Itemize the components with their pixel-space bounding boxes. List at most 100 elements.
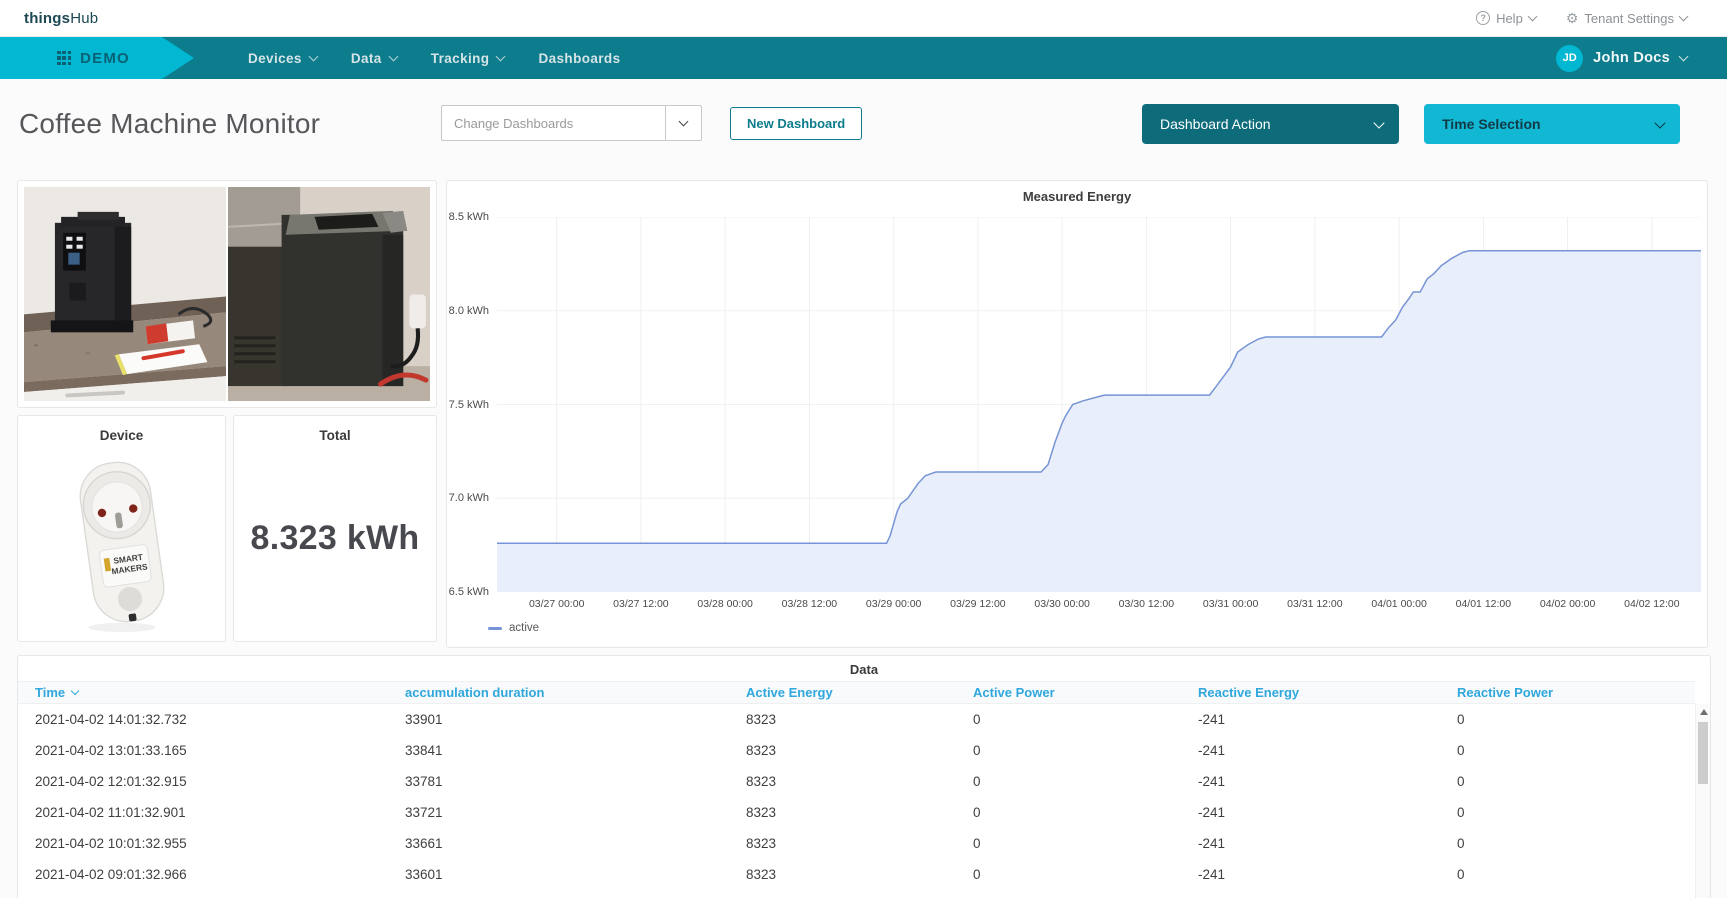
- table-cell: 0: [1457, 774, 1695, 789]
- change-dashboards-dropdown-button[interactable]: [665, 105, 702, 141]
- y-axis-tick-label: 7.0 kWh: [449, 492, 489, 504]
- table-cell: 8323: [746, 743, 973, 758]
- chevron-down-icon: [1373, 117, 1384, 128]
- chart-legend[interactable]: active: [488, 622, 539, 634]
- table-cell: 33841: [405, 743, 746, 758]
- table-cell: 8323: [746, 774, 973, 789]
- chevron-down-icon: [1679, 52, 1689, 62]
- total-widget: Total 8.323 kWh: [233, 415, 437, 642]
- help-label: Help: [1496, 11, 1523, 26]
- table-cell: 8323: [746, 836, 973, 851]
- table-cell: 2021-04-02 11:01:32.901: [35, 805, 405, 820]
- dashboard-action-button[interactable]: Dashboard Action: [1142, 104, 1399, 144]
- table-scrollbar[interactable]: [1695, 704, 1710, 898]
- nav-item-label: Data: [351, 51, 382, 66]
- measured-energy-chart: Measured Energy 8.5 kWh8.0 kWh7.5 kWh7.0…: [446, 180, 1708, 648]
- user-menu[interactable]: JD John Docs: [1556, 45, 1727, 72]
- table-cell: -241: [1198, 712, 1457, 727]
- chevron-down-icon: [308, 52, 318, 62]
- table-row[interactable]: 2021-04-02 10:01:32.9553366183230-2410: [18, 828, 1695, 859]
- nav-item-label: Devices: [248, 51, 302, 66]
- avatar: JD: [1556, 45, 1583, 72]
- table-cell: 0: [1457, 867, 1695, 882]
- photos-widget: [17, 180, 437, 408]
- apps-grid-icon: [57, 51, 71, 65]
- scrollbar-thumb[interactable]: [1698, 722, 1708, 784]
- column-header-label: Reactive Power: [1457, 685, 1553, 700]
- table-row[interactable]: 2021-04-02 12:01:32.9153378183230-2410: [18, 766, 1695, 797]
- table-row[interactable]: 2021-04-02 11:01:32.9013372183230-2410: [18, 797, 1695, 828]
- table-cell: 8323: [746, 712, 973, 727]
- chevron-down-icon: [1679, 12, 1689, 22]
- x-axis-tick-label: 03/27 12:00: [613, 598, 668, 610]
- table-cell: 0: [973, 836, 1198, 851]
- table-row[interactable]: 2021-04-02 14:01:32.7323390183230-2410: [18, 704, 1695, 735]
- x-axis-tick-label: 03/29 00:00: [866, 598, 921, 610]
- table-cell: 2021-04-02 13:01:33.165: [35, 743, 405, 758]
- x-axis-tick-label: 04/02 12:00: [1624, 598, 1679, 610]
- tenant-settings-menu[interactable]: ⚙ Tenant Settings: [1566, 11, 1687, 26]
- scroll-up-arrow-icon[interactable]: [1700, 709, 1708, 715]
- sort-caret-icon: [71, 687, 79, 695]
- y-axis-tick-label: 8.5 kWh: [449, 211, 489, 223]
- legend-swatch: [488, 627, 502, 630]
- x-axis-tick-label: 04/02 00:00: [1540, 598, 1595, 610]
- column-header-active-energy[interactable]: Active Energy: [746, 685, 973, 700]
- time-selection-button[interactable]: Time Selection: [1424, 104, 1680, 144]
- column-header-active-power[interactable]: Active Power: [973, 685, 1198, 700]
- column-header-label: accumulation duration: [405, 685, 544, 700]
- chevron-down-icon: [388, 52, 398, 62]
- column-header-reactive-energy[interactable]: Reactive Energy: [1198, 685, 1457, 700]
- column-header-reactive-power[interactable]: Reactive Power: [1457, 685, 1695, 700]
- table-cell: 0: [973, 805, 1198, 820]
- chevron-down-icon: [1527, 12, 1537, 22]
- table-body: 2021-04-02 14:01:32.7323390183230-241020…: [18, 704, 1695, 898]
- device-widget-title: Device: [100, 428, 144, 443]
- table-cell: -241: [1198, 805, 1457, 820]
- table-cell: 0: [973, 743, 1198, 758]
- x-axis-tick-label: 03/31 00:00: [1203, 598, 1258, 610]
- brand-logo[interactable]: thingsHub: [24, 10, 98, 27]
- new-dashboard-button[interactable]: New Dashboard: [730, 107, 862, 140]
- nav-item-tracking[interactable]: Tracking: [431, 51, 505, 66]
- x-axis-labels: 03/27 00:0003/27 12:0003/28 00:0003/28 1…: [497, 598, 1701, 614]
- x-axis-tick-label: 04/01 00:00: [1371, 598, 1426, 610]
- device-widget: Device SMART MAKERS: [17, 415, 226, 642]
- y-axis-tick-label: 8.0 kWh: [449, 305, 489, 317]
- x-axis-tick-label: 03/28 00:00: [697, 598, 752, 610]
- column-header-label: Time: [35, 685, 65, 700]
- column-header-label: Active Power: [973, 685, 1055, 700]
- table-header-row: Time accumulation duration Active EnergyAc…: [18, 681, 1695, 704]
- table-cell: 0: [973, 712, 1198, 727]
- x-axis-tick-label: 03/28 12:00: [782, 598, 837, 610]
- brand-bold: things: [24, 10, 70, 27]
- table-cell: 0: [1457, 743, 1695, 758]
- nav-item-label: Dashboards: [538, 51, 620, 66]
- nav-item-devices[interactable]: Devices: [248, 51, 317, 66]
- tenant-switcher[interactable]: DEMO: [0, 37, 200, 79]
- table-cell: 0: [1457, 805, 1695, 820]
- chart-plot-area[interactable]: [497, 217, 1701, 592]
- table-row[interactable]: 2021-04-02 09:01:32.9663360183230-2410: [18, 859, 1695, 890]
- table-cell: 2021-04-02 14:01:32.732: [35, 712, 405, 727]
- user-name: John Docs: [1593, 50, 1670, 66]
- time-selection-label: Time Selection: [1442, 116, 1541, 132]
- change-dashboards-input[interactable]: [441, 105, 665, 141]
- table-row[interactable]: 2021-04-02 13:01:33.1653384183230-2410: [18, 735, 1695, 766]
- chart-canvas: [497, 217, 1701, 592]
- help-menu[interactable]: ? Help: [1476, 11, 1536, 26]
- nav-item-label: Tracking: [431, 51, 490, 66]
- nav-item-data[interactable]: Data: [351, 51, 397, 66]
- gear-icon: ⚙: [1566, 11, 1579, 25]
- column-header-accumulation-duration[interactable]: accumulation duration: [405, 685, 746, 700]
- total-energy-value: 8.323 kWh: [251, 443, 420, 641]
- y-axis-tick-label: 7.5 kWh: [449, 399, 489, 411]
- x-axis-tick-label: 04/01 12:00: [1456, 598, 1511, 610]
- change-dashboards-combobox: [441, 105, 702, 141]
- table-cell: -241: [1198, 836, 1457, 851]
- dashboard-action-label: Dashboard Action: [1160, 116, 1271, 132]
- column-header-time[interactable]: Time: [35, 685, 405, 700]
- help-icon: ?: [1476, 11, 1490, 25]
- nav-item-dashboards[interactable]: Dashboards: [538, 51, 620, 66]
- smart-plug-image: SMART MAKERS: [18, 443, 225, 641]
